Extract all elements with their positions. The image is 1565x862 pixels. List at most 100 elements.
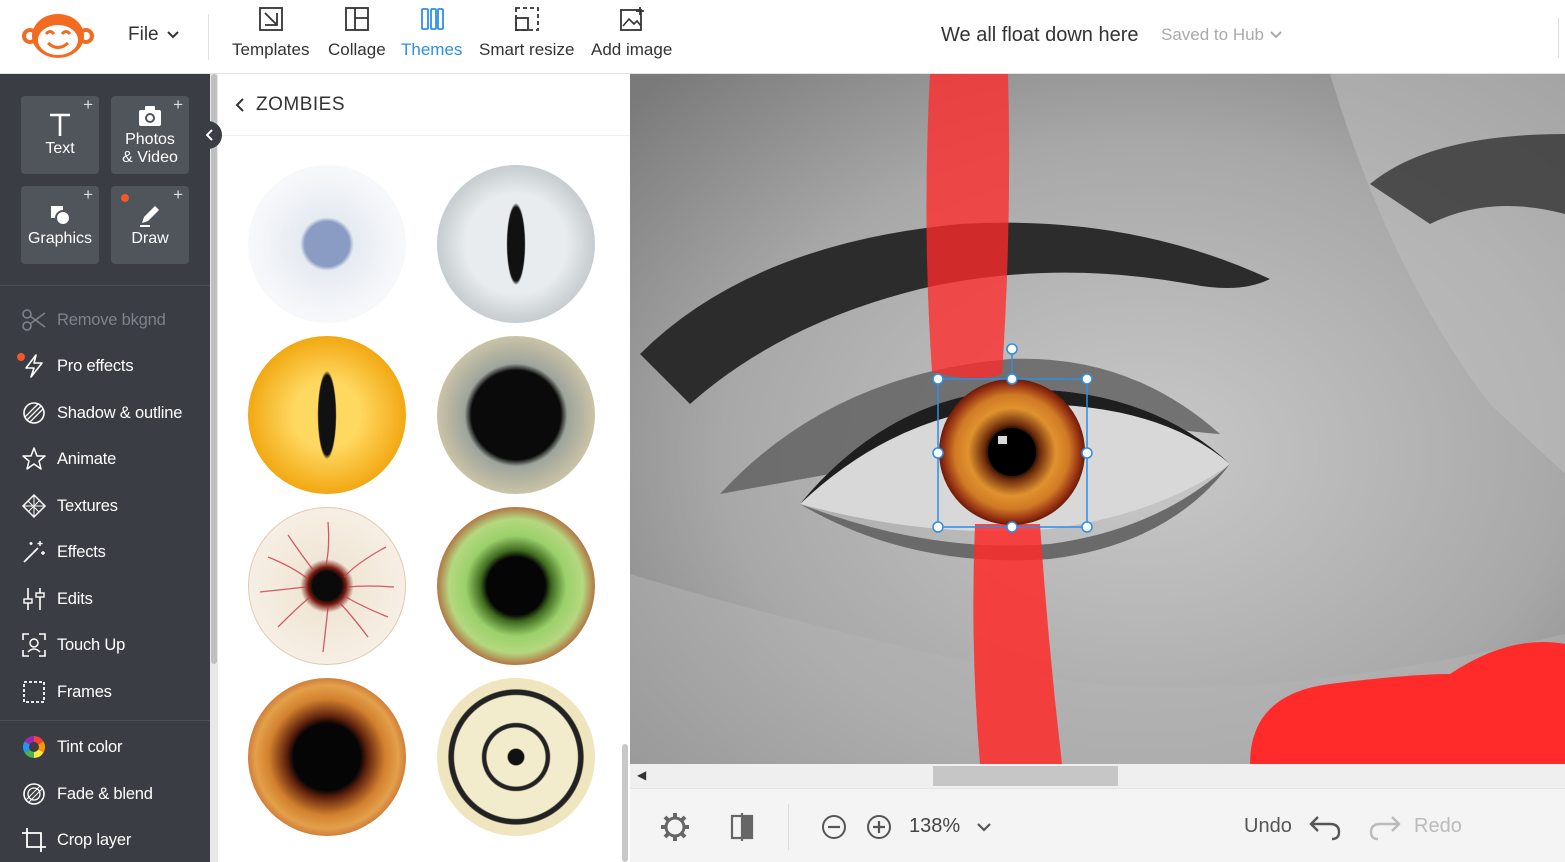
canvas-scrollbar-thumb[interactable] xyxy=(933,766,1118,786)
file-menu[interactable]: File xyxy=(128,24,179,46)
monkey-logo[interactable] xyxy=(20,12,96,60)
white-cat-eye-sticker[interactable] xyxy=(437,165,595,323)
tint-color-label: Tint color xyxy=(57,737,123,756)
orange-brown-eye-sticker[interactable] xyxy=(248,678,406,836)
smart-resize-label: Smart resize xyxy=(479,40,575,59)
smart-resize-button[interactable]: Smart resize xyxy=(479,6,574,66)
sidebar-scrollbar-thumb[interactable] xyxy=(211,74,217,664)
collage-icon xyxy=(344,7,369,31)
pencil-icon xyxy=(140,206,159,227)
shapes-icon xyxy=(51,206,71,226)
collage-label: Collage xyxy=(328,40,386,59)
ringed-target-eye-sticker[interactable] xyxy=(437,678,595,836)
add-draw-plus: + xyxy=(173,185,183,204)
compare-icon[interactable] xyxy=(727,811,759,843)
templates-label: Templates xyxy=(232,40,310,59)
blood-veins-icon xyxy=(259,521,395,653)
undo-button[interactable]: Undo xyxy=(1244,815,1292,838)
sidebar-item-shadow-outline[interactable]: Shadow & outline xyxy=(21,398,182,428)
photo-canvas[interactable] xyxy=(630,74,1565,764)
green-red-eye-sticker[interactable] xyxy=(437,507,595,665)
graphics-tile[interactable]: + Graphics xyxy=(21,186,99,264)
left-sidebar: + Text + Photos & Video + Graphics + Dra… xyxy=(0,74,210,862)
themes-button[interactable]: Themes xyxy=(401,6,462,66)
add-text-plus: + xyxy=(83,95,93,114)
settings-gear-icon[interactable] xyxy=(659,811,691,843)
crop-icon xyxy=(22,828,46,852)
edits-label: Edits xyxy=(57,589,93,608)
panel-scrollbar-thumb[interactable] xyxy=(622,744,628,862)
smart-resize-icon xyxy=(514,7,539,31)
undo-icon[interactable] xyxy=(1308,813,1342,841)
add-photos-plus: + xyxy=(173,95,183,114)
sidebar-item-tint-color[interactable]: Tint color xyxy=(21,732,122,762)
photos-video-label: Photos & Video xyxy=(122,131,178,166)
effects-label: Effects xyxy=(57,542,106,561)
touch-up-label: Touch Up xyxy=(57,635,126,654)
text-tile[interactable]: + Text xyxy=(21,96,99,174)
crop-layer-label: Crop layer xyxy=(57,830,132,849)
fade-blend-label: Fade & blend xyxy=(57,784,153,803)
add-image-button[interactable]: Add image xyxy=(591,6,672,66)
panel-back-button[interactable]: ZOMBIES xyxy=(218,74,630,136)
collage-button[interactable]: Collage xyxy=(328,6,386,66)
magic-wand-icon xyxy=(23,541,45,563)
save-status-label: Saved to Hub xyxy=(1161,25,1265,44)
scroll-left-arrow-icon[interactable]: ◀ xyxy=(637,768,646,782)
add-image-icon xyxy=(619,7,644,31)
animate-label: Animate xyxy=(57,449,117,468)
graphics-label: Graphics xyxy=(27,230,93,247)
sliders-icon xyxy=(23,588,45,610)
sidebar-item-textures[interactable]: Textures xyxy=(21,491,118,521)
zoom-out-icon[interactable] xyxy=(819,812,849,842)
color-wheel-icon xyxy=(23,736,45,758)
chevron-down-icon xyxy=(1270,31,1282,39)
sidebar-item-pro-effects[interactable]: Pro effects xyxy=(17,351,134,381)
chevron-down-icon xyxy=(166,31,179,39)
redo-icon xyxy=(1369,816,1401,841)
yellow-cat-eye-sticker[interactable] xyxy=(248,336,406,494)
sidebar-item-edits[interactable]: Edits xyxy=(21,584,93,614)
sidebar-item-remove-background[interactable]: Remove bkgnd xyxy=(21,305,166,335)
bottom-divider xyxy=(788,804,789,850)
chevron-left-icon xyxy=(206,129,213,141)
sidebar-item-fade-blend[interactable]: Fade & blend xyxy=(21,779,153,809)
sidebar-item-effects[interactable]: Effects xyxy=(21,537,106,567)
sidebar-item-crop-layer[interactable]: Crop layer xyxy=(21,825,131,855)
templates-button[interactable]: Templates xyxy=(232,6,309,66)
face-icon xyxy=(22,633,46,657)
bloodshot-eye-sticker[interactable] xyxy=(248,507,406,665)
chevron-left-icon xyxy=(235,97,244,112)
sidebar-item-frames[interactable]: Frames xyxy=(21,677,112,707)
sidebar-divider xyxy=(0,720,210,721)
zoom-dropdown-chevron-icon[interactable] xyxy=(975,820,993,834)
frame-icon xyxy=(23,681,45,703)
textures-label: Textures xyxy=(57,496,118,515)
document-title[interactable]: We all float down here xyxy=(941,24,1139,47)
frames-label: Frames xyxy=(57,682,112,701)
draw-tile[interactable]: + Draw xyxy=(111,186,189,264)
photos-video-tile[interactable]: + Photos & Video xyxy=(111,96,189,174)
themes-panel: ZOMBIES xyxy=(218,74,630,862)
new-indicator-dot xyxy=(121,194,129,202)
themes-icon xyxy=(420,8,444,30)
zoom-level[interactable]: 138% xyxy=(909,815,960,838)
themes-label: Themes xyxy=(401,40,463,59)
shadow-outline-label: Shadow & outline xyxy=(57,403,183,422)
black-pupil-eye-sticker[interactable] xyxy=(437,336,595,494)
panel-title: ZOMBIES xyxy=(256,93,346,115)
save-status-menu[interactable]: Saved to Hub xyxy=(1161,25,1282,45)
add-image-label: Add image xyxy=(591,40,673,59)
text-icon xyxy=(50,113,70,136)
sidebar-item-touch-up[interactable]: Touch Up xyxy=(21,630,125,660)
top-divider xyxy=(208,14,209,60)
remove-background-label: Remove bkgnd xyxy=(57,310,166,329)
scissors-icon xyxy=(22,309,46,331)
blue-iris-eye-sticker[interactable] xyxy=(248,165,406,323)
face-photo xyxy=(630,74,1565,764)
zoom-in-icon[interactable] xyxy=(864,812,894,842)
sidebar-divider xyxy=(0,285,210,286)
sidebar-item-animate[interactable]: Animate xyxy=(21,444,116,474)
text-tile-label: Text xyxy=(45,140,75,157)
file-menu-label: File xyxy=(128,24,159,45)
